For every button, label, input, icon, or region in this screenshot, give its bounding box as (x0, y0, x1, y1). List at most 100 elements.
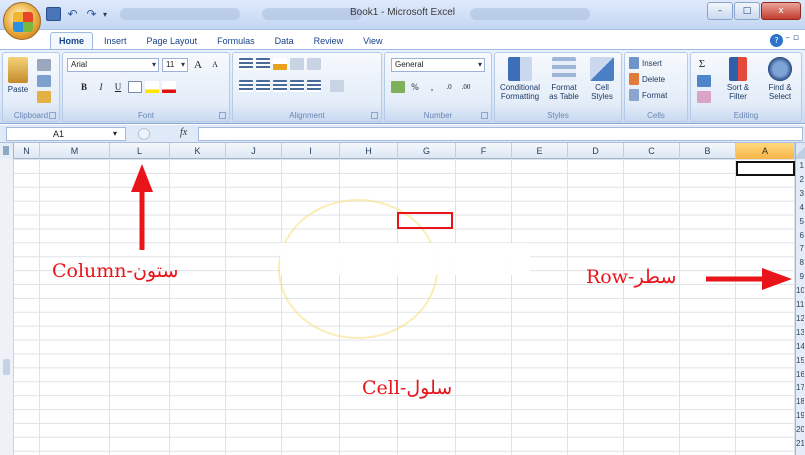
row-header-12[interactable]: 12 (796, 313, 804, 325)
column-header-n[interactable]: N (14, 143, 40, 159)
select-all-button[interactable] (0, 143, 14, 159)
row-header-6[interactable]: 6 (796, 230, 804, 242)
comma-button[interactable]: , (425, 80, 439, 94)
fill-color-icon[interactable] (145, 81, 159, 93)
row-header-5[interactable]: 5 (796, 216, 804, 228)
delete-button[interactable]: Delete (642, 75, 665, 84)
ribbon-minimize-controls[interactable]: – ▫ (786, 33, 799, 43)
row-header-4[interactable]: 4 (796, 202, 804, 214)
alignment-launcher-icon[interactable] (371, 112, 378, 119)
align-center-icon[interactable] (256, 80, 270, 92)
help-icon[interactable]: ? (770, 34, 783, 47)
sort-filter-button[interactable]: Sort & Filter (719, 57, 757, 101)
row-header-2[interactable]: 2 (796, 174, 804, 186)
tab-formulas[interactable]: Formulas (208, 32, 264, 49)
column-header-e[interactable]: E (512, 143, 568, 159)
tab-home[interactable]: Home (50, 32, 94, 49)
borders-icon[interactable] (128, 81, 142, 93)
find-select-button[interactable]: Find & Select (761, 57, 799, 101)
row-header-7[interactable]: 7 (796, 243, 804, 255)
column-header-c[interactable]: C (624, 143, 680, 159)
column-header-f[interactable]: F (456, 143, 512, 159)
percent-button[interactable]: % (408, 80, 422, 94)
tab-review[interactable]: Review (305, 32, 353, 49)
row-header-8[interactable]: 8 (796, 257, 804, 269)
clear-icon[interactable] (697, 91, 711, 103)
insert-function-button[interactable]: fx (180, 127, 187, 138)
underline-button[interactable]: U (111, 80, 125, 94)
column-header-h[interactable]: H (340, 143, 398, 159)
column-header-k[interactable]: K (170, 143, 226, 159)
tab-view[interactable]: View (354, 32, 391, 49)
name-box[interactable]: A1 (6, 127, 126, 141)
select-all-corner[interactable] (795, 143, 805, 159)
number-launcher-icon[interactable] (481, 112, 488, 119)
cell-styles-button[interactable]: Cell Styles (585, 57, 619, 101)
row-header-10[interactable]: 10 (796, 285, 804, 297)
maximize-button[interactable]: □ (734, 2, 760, 20)
autosum-button[interactable]: Σ (695, 57, 709, 71)
office-button[interactable] (3, 2, 41, 40)
insert-button[interactable]: Insert (642, 59, 662, 68)
font-launcher-icon[interactable] (219, 112, 226, 119)
column-header-m[interactable]: M (40, 143, 110, 159)
column-header-a[interactable]: A (736, 143, 795, 159)
align-bottom-icon[interactable] (273, 58, 287, 70)
clipboard-launcher-icon[interactable] (49, 112, 56, 119)
scrollbar-thumb[interactable] (3, 359, 10, 375)
wrap-text-icon[interactable] (307, 58, 321, 70)
row-header-18[interactable]: 18 (796, 396, 804, 408)
currency-icon[interactable] (391, 81, 405, 93)
formula-input[interactable] (198, 127, 803, 141)
row-header-16[interactable]: 16 (796, 369, 804, 381)
italic-button[interactable]: I (94, 80, 108, 94)
row-header-9[interactable]: 9 (796, 271, 804, 283)
row-header-21[interactable]: 21 (796, 438, 804, 450)
row-header-17[interactable]: 17 (796, 382, 804, 394)
format-painter-icon[interactable] (37, 91, 51, 103)
fill-icon[interactable] (697, 75, 711, 87)
orientation-icon[interactable] (290, 58, 304, 70)
row-header-3[interactable]: 3 (796, 188, 804, 200)
conditional-formatting-button[interactable]: Conditional Formatting (497, 57, 543, 101)
number-format-select[interactable]: General (391, 58, 485, 72)
column-header-i[interactable]: I (282, 143, 340, 159)
font-size-select[interactable]: 11 (162, 58, 188, 72)
cut-icon[interactable] (37, 59, 51, 71)
column-header-b[interactable]: B (680, 143, 736, 159)
close-button[interactable]: x (761, 2, 801, 20)
grow-font-button[interactable]: A (191, 58, 205, 72)
bold-button[interactable]: B (77, 80, 91, 94)
minimize-button[interactable]: – (707, 2, 733, 20)
vertical-scrollbar[interactable] (0, 159, 14, 455)
font-color-icon[interactable] (162, 81, 176, 93)
align-left-icon[interactable] (239, 80, 253, 92)
tab-insert[interactable]: Insert (95, 32, 136, 49)
row-header-15[interactable]: 15 (796, 355, 804, 367)
font-name-select[interactable]: Arial (67, 58, 159, 72)
shrink-font-button[interactable]: A (208, 58, 222, 72)
increase-decimal-button[interactable]: .0 (442, 80, 456, 94)
row-header-11[interactable]: 11 (796, 299, 804, 311)
merge-center-icon[interactable] (330, 80, 344, 92)
column-header-l[interactable]: L (110, 143, 170, 159)
align-middle-icon[interactable] (256, 58, 270, 70)
row-header-13[interactable]: 13 (796, 327, 804, 339)
tab-page-layout[interactable]: Page Layout (138, 32, 207, 49)
increase-indent-icon[interactable] (307, 80, 321, 92)
paste-button[interactable]: Paste (5, 57, 31, 94)
column-header-j[interactable]: J (226, 143, 282, 159)
row-header-20[interactable]: 20 (796, 424, 804, 436)
active-cell[interactable] (736, 161, 795, 176)
row-header-14[interactable]: 14 (796, 341, 804, 353)
row-header-19[interactable]: 19 (796, 410, 804, 422)
format-button[interactable]: Format (642, 91, 667, 100)
decrease-decimal-button[interactable]: .00 (459, 80, 473, 94)
tab-data[interactable]: Data (266, 32, 303, 49)
column-header-d[interactable]: D (568, 143, 624, 159)
formula-cancel-icon[interactable] (138, 128, 150, 140)
copy-icon[interactable] (37, 75, 51, 87)
decrease-indent-icon[interactable] (290, 80, 304, 92)
column-header-g[interactable]: G (398, 143, 456, 159)
name-box-dropdown-icon[interactable]: ▾ (113, 129, 117, 138)
